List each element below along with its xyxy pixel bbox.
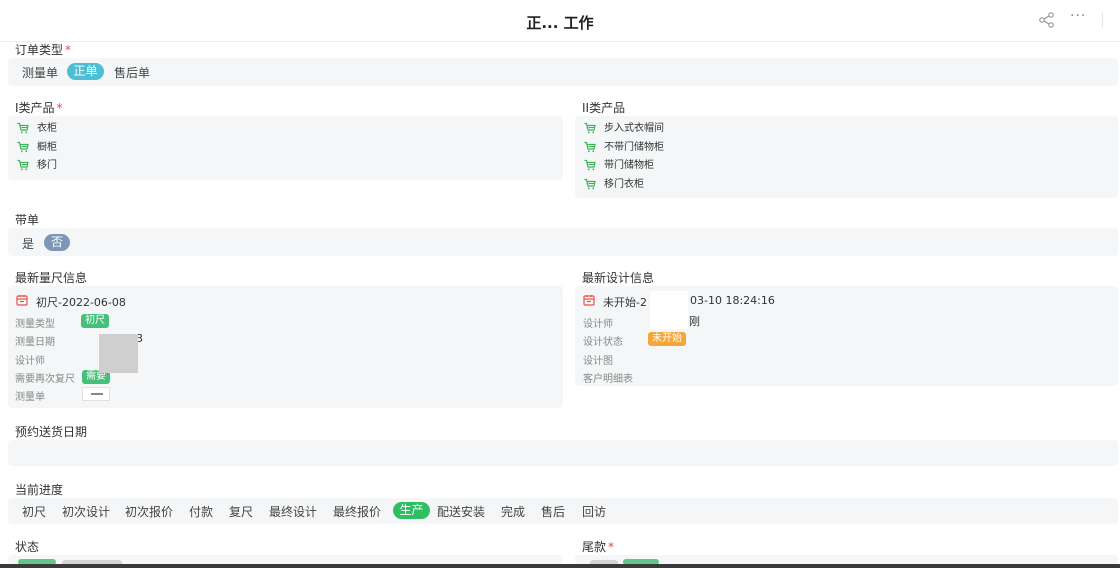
product-name: 步入式衣帽间 xyxy=(604,123,664,134)
measure-type-badge: 初尺 xyxy=(81,314,109,328)
divider xyxy=(1102,12,1103,28)
order-type-field xyxy=(8,58,1118,86)
progress-step[interactable]: 复尺 xyxy=(229,503,253,520)
progress-step[interactable]: 售后 xyxy=(541,503,565,520)
progress-step[interactable]: 配送安装 xyxy=(437,503,485,520)
measure-sheet-thumbnail[interactable] xyxy=(82,387,110,401)
product-name: 衣柜 xyxy=(37,123,57,134)
class2-label: II类产品 xyxy=(582,101,626,115)
measure-field-sheet: 测量单 xyxy=(15,392,45,403)
measure-title: 初尺-2022-06-08 xyxy=(36,296,126,309)
design-designer-partial: 刚 xyxy=(689,315,700,328)
calendar-icon xyxy=(16,295,28,306)
window-bottom-edge xyxy=(0,564,1120,568)
progress-step[interactable]: 回访 xyxy=(582,503,606,520)
redaction-block xyxy=(650,291,688,329)
cart-icon xyxy=(584,122,596,134)
delivery-date-input[interactable] xyxy=(8,440,1118,466)
product-name: 移门 xyxy=(37,160,57,171)
order-type-option-measure[interactable]: 测量单 xyxy=(22,64,58,81)
class1-label: I类产品 * xyxy=(15,101,63,115)
class1-item: 衣柜 xyxy=(17,122,57,136)
design-field-drawing: 设计图 xyxy=(583,356,613,367)
progress-step[interactable]: 最终设计 xyxy=(269,503,317,520)
product-name: 橱柜 xyxy=(37,141,57,153)
cart-icon xyxy=(17,141,29,152)
class1-item: 橱柜 xyxy=(17,141,57,155)
delivery-label: 预约送货日期 xyxy=(15,425,88,439)
cart-icon xyxy=(17,159,29,171)
redaction-block xyxy=(99,334,138,373)
product-name: 不带门储物柜 xyxy=(604,141,664,153)
balance-label: 尾款 * xyxy=(582,540,615,554)
class2-item: 不带门储物柜 xyxy=(584,141,664,155)
class2-item: 带门储物柜 xyxy=(584,159,654,173)
design-field-customer-sheet: 客户明细表 xyxy=(583,374,633,385)
class2-item: 步入式衣帽间 xyxy=(584,122,664,136)
design-status-badge: 未开始 xyxy=(648,332,686,346)
class1-item: 移门 xyxy=(17,159,57,173)
product-name: 带门储物柜 xyxy=(604,160,654,171)
more-menu-icon[interactable]: ··· xyxy=(1070,8,1086,24)
measure-field-again: 需要再次复尺 xyxy=(15,374,75,385)
measure-label: 最新量尺信息 xyxy=(15,271,88,285)
design-field-status: 设计状态 xyxy=(583,337,623,348)
measure-field-type: 测量类型 xyxy=(15,319,55,330)
page-title: 正... 工作 xyxy=(526,14,594,32)
share-icon[interactable] xyxy=(1038,11,1056,29)
measure-field-date: 测量日期 xyxy=(15,337,55,348)
order-type-label: 订单类型 * xyxy=(15,43,72,57)
progress-label: 当前进度 xyxy=(15,483,64,497)
progress-step[interactable]: 初次报价 xyxy=(125,503,173,520)
product-name: 移门衣柜 xyxy=(604,178,644,190)
progress-step[interactable]: 初次设计 xyxy=(62,503,110,520)
calendar-icon xyxy=(583,295,595,306)
dai-dan-option-yes[interactable]: 是 xyxy=(22,235,34,252)
class2-item: 移门衣柜 xyxy=(584,178,644,192)
measure-field-designer: 设计师 xyxy=(15,356,45,367)
order-type-option-formal[interactable]: 正单 xyxy=(67,63,104,80)
cart-icon xyxy=(584,159,596,171)
progress-step[interactable]: 初尺 xyxy=(22,503,46,520)
cart-icon xyxy=(584,178,596,189)
dai-dan-label: 带单 xyxy=(15,213,40,227)
design-title-right: 03-10 18:24:16 xyxy=(690,294,775,307)
status-label: 状态 xyxy=(15,540,40,554)
top-bar: 正... 工作 ··· xyxy=(0,0,1120,42)
progress-step[interactable]: 生产 xyxy=(393,502,430,519)
dai-dan-field xyxy=(8,228,1118,256)
cart-icon xyxy=(17,122,29,134)
cart-icon xyxy=(584,141,596,152)
progress-step[interactable]: 完成 xyxy=(501,503,525,520)
design-title-left: 未开始-2 xyxy=(603,296,647,309)
design-label: 最新设计信息 xyxy=(582,271,655,285)
progress-step[interactable]: 最终报价 xyxy=(333,503,381,520)
class1-field xyxy=(8,116,563,180)
progress-step[interactable]: 付款 xyxy=(189,503,213,520)
dai-dan-option-no[interactable]: 否 xyxy=(44,234,70,251)
design-field-designer: 设计师 xyxy=(583,319,613,330)
order-type-option-aftersale[interactable]: 售后单 xyxy=(114,64,150,81)
